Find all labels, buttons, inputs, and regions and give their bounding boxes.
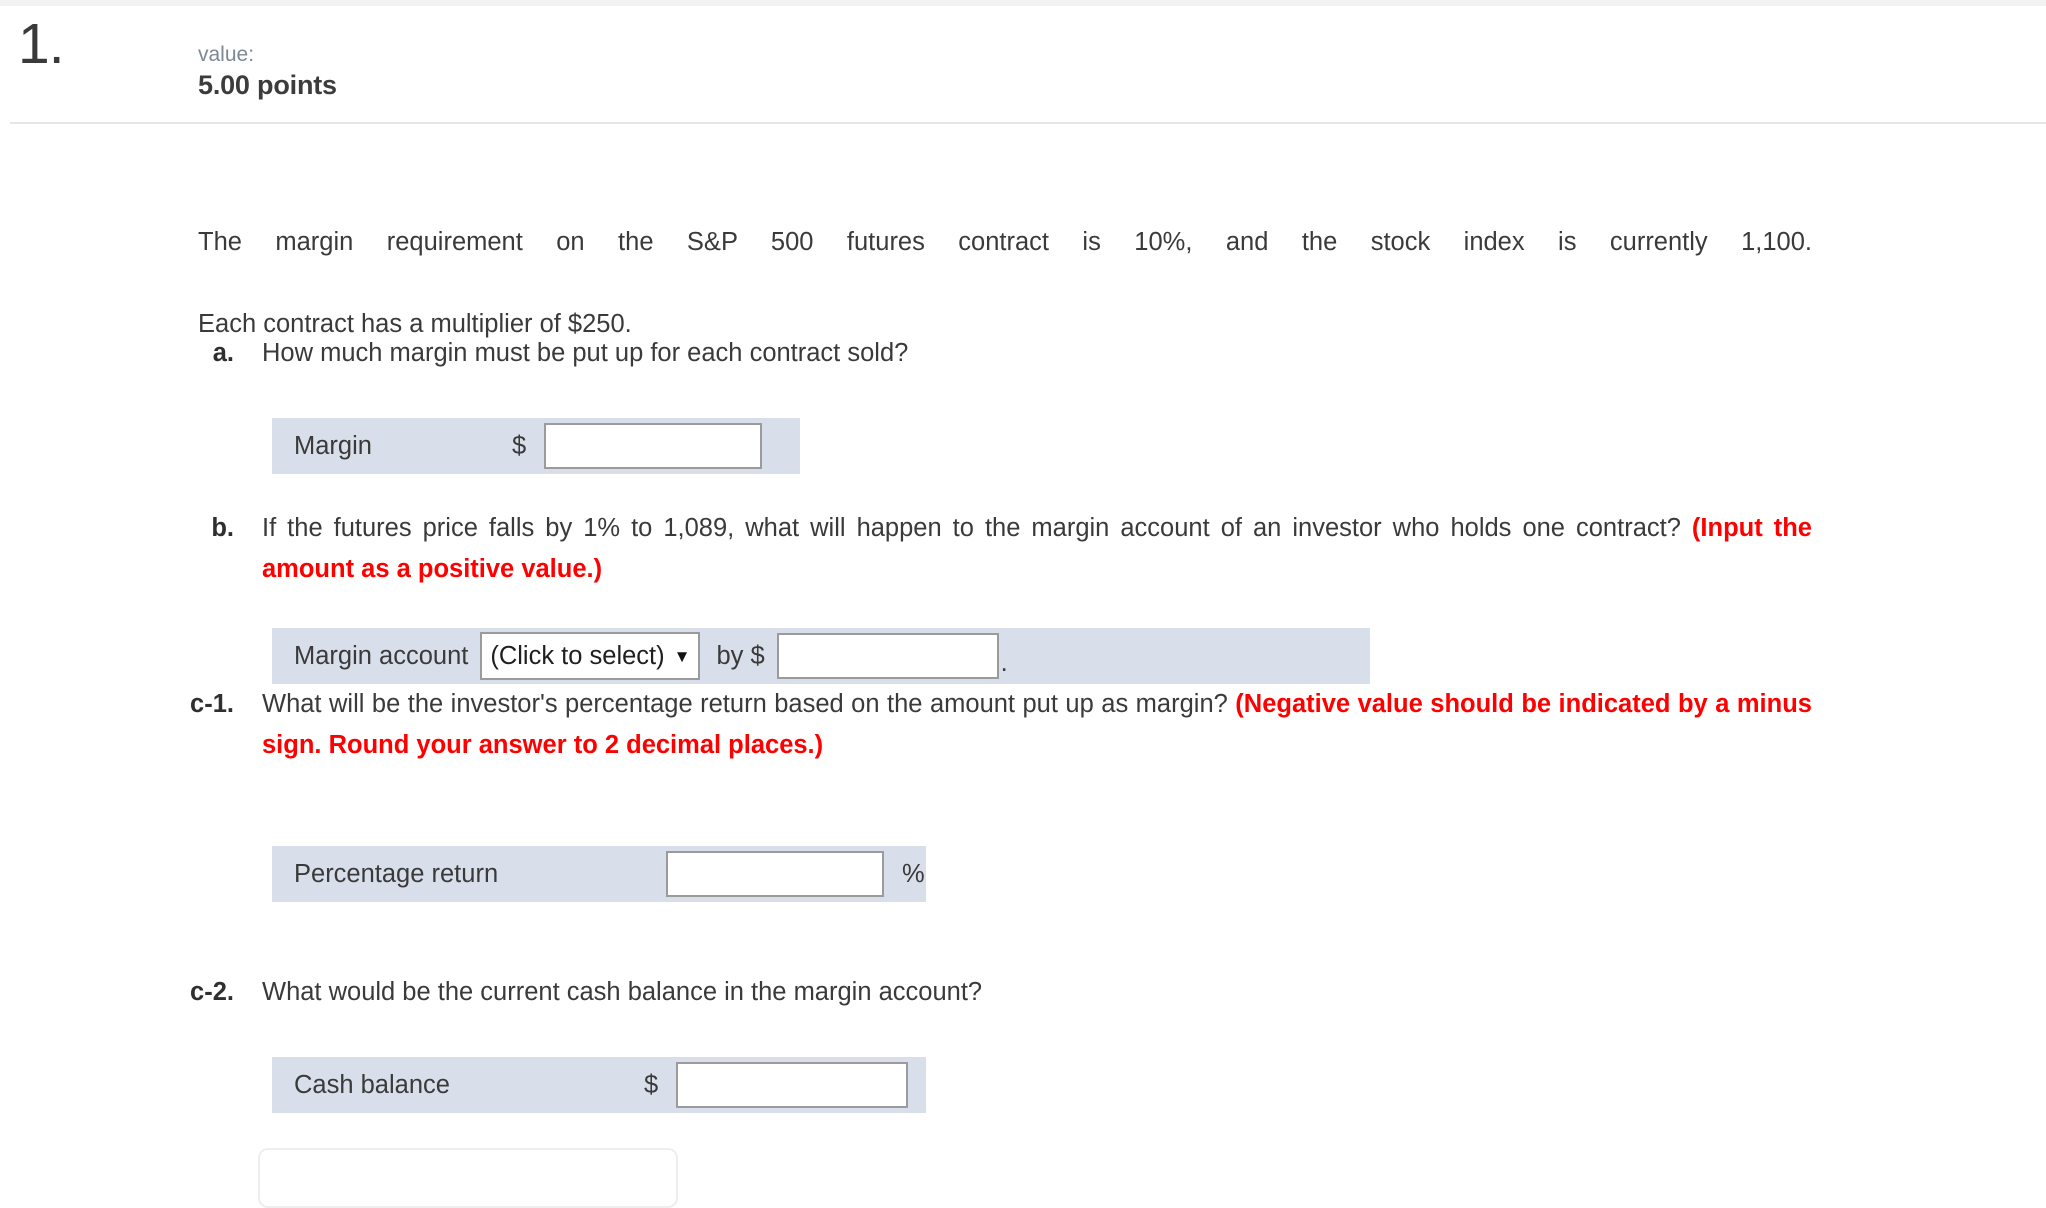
answer-label-margin-account: Margin account — [294, 641, 469, 670]
answer-label-cash-balance: Cash balance — [294, 1070, 450, 1099]
chevron-down-icon: ▼ — [673, 646, 691, 666]
part-text-c1-body: What will be the investor's percentage r… — [262, 690, 1228, 718]
question-stem-line-1: The margin requirement on the S&P 500 fu… — [198, 228, 1812, 256]
part-label-c2: c-2. — [190, 978, 234, 1006]
currency-symbol-c2: $ — [644, 1070, 659, 1099]
answer-row-a: Margin $ — [272, 418, 800, 474]
part-label-c1: c-1. — [190, 690, 234, 718]
bottom-panel-partial — [258, 1148, 678, 1208]
cash-balance-input[interactable] — [676, 1062, 909, 1108]
by-dollar-label: by $ — [716, 641, 765, 670]
part-label-b: b. — [211, 514, 234, 542]
value-label: value: — [198, 43, 255, 66]
part-text-b-line-2: holds one contract? — [1450, 514, 1681, 542]
part-text-c2: What would be the current cash balance i… — [262, 978, 983, 1006]
points-value: 5.00 points — [198, 70, 337, 101]
margin-input[interactable] — [544, 423, 763, 469]
answer-row-b: Margin account (Click to select) ▼ by $ … — [272, 628, 1370, 684]
period-symbol-b: . — [1000, 649, 1008, 677]
question-stem: The margin requirement on the S&P 500 fu… — [198, 222, 1812, 345]
answer-label-percentage-return: Percentage return — [294, 859, 499, 888]
question-value-block: value: 5.00 points — [198, 42, 337, 103]
percentage-return-input[interactable] — [666, 851, 884, 897]
question-header: 1. value: 5.00 points — [0, 6, 2046, 122]
answer-row-c2: Cash balance $ — [272, 1057, 926, 1113]
part-label-a: a. — [212, 339, 234, 367]
margin-account-change-input[interactable] — [776, 633, 999, 679]
currency-symbol-a: $ — [512, 431, 527, 460]
margin-account-select[interactable]: (Click to select) ▼ — [480, 632, 701, 680]
question-number: 1. — [18, 12, 65, 76]
percent-symbol-c1: % — [902, 859, 925, 888]
header-divider — [10, 122, 2046, 124]
part-text-b-line-1: If the futures price falls by 1% to 1,08… — [262, 514, 1440, 542]
part-text-a: How much margin must be put up for each … — [262, 339, 909, 367]
margin-account-select-value: (Click to select) — [490, 641, 665, 670]
answer-row-c1: Percentage return % — [272, 846, 926, 902]
part-text-c1: What will be the investor's percentage r… — [262, 684, 1812, 766]
answer-label-margin: Margin — [294, 431, 372, 460]
part-c1-instruction-line-1: (Negative value — [1235, 690, 1423, 718]
part-text-b: If the futures price falls by 1% to 1,08… — [262, 508, 1812, 590]
